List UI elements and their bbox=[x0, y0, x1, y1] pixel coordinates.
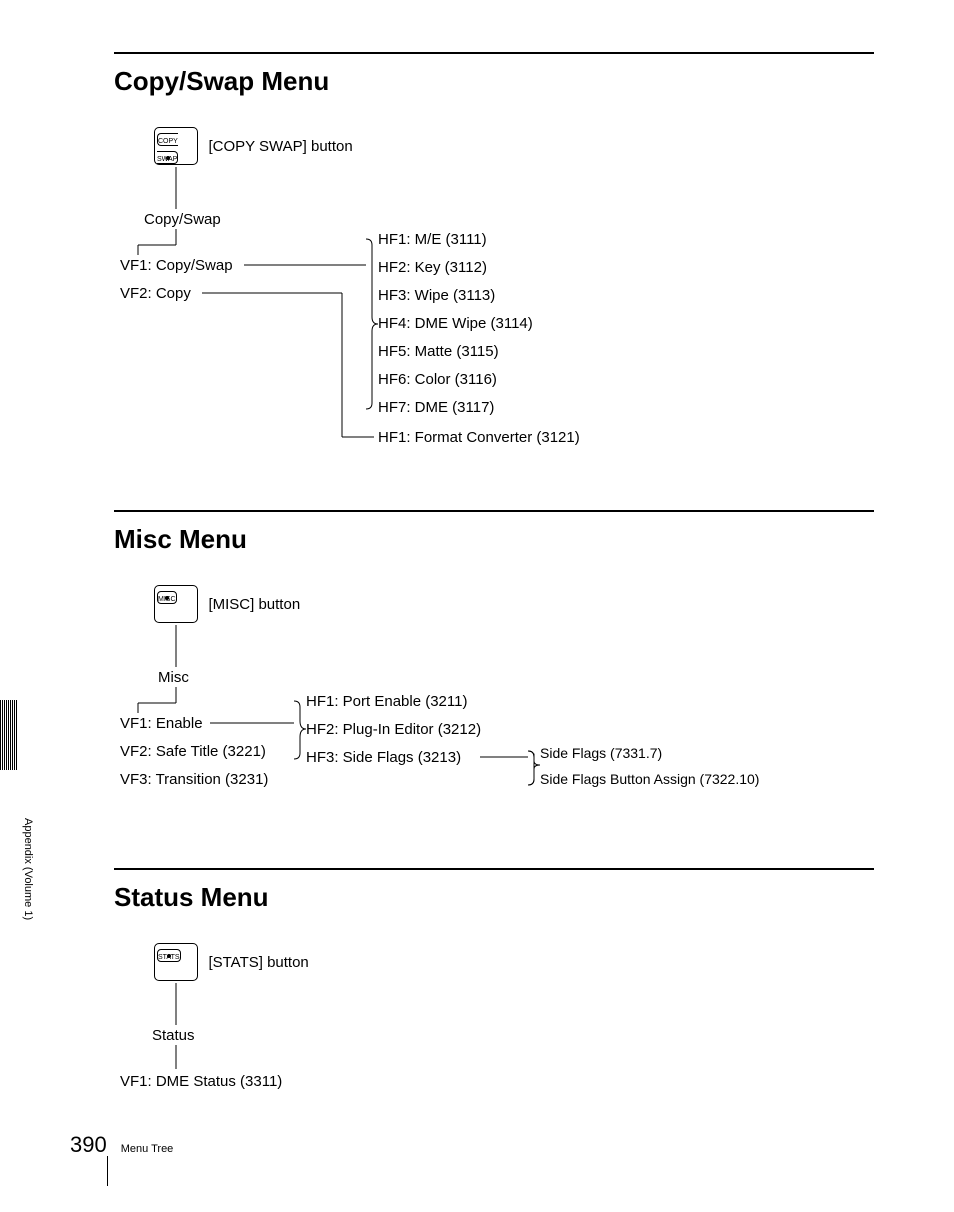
side-lines bbox=[0, 700, 18, 770]
tree-lines-copyswap bbox=[114, 127, 874, 467]
section-title-misc: Misc Menu bbox=[114, 524, 874, 555]
section-copyswap: Copy/Swap Menu COPY SWAP [COPY SWAP] but… bbox=[114, 52, 874, 472]
page-number: 390 bbox=[70, 1132, 107, 1158]
section-title-copyswap: Copy/Swap Menu bbox=[114, 66, 874, 97]
side-text: Appendix (Volume 1) bbox=[22, 818, 34, 920]
side-tab-marker: Appendix (Volume 1) bbox=[0, 700, 48, 900]
section-status: Status Menu STATS [STATS] button Status … bbox=[114, 868, 874, 1088]
tree-lines-misc bbox=[114, 585, 874, 825]
tree-lines-status bbox=[114, 943, 414, 1103]
section-misc: Misc Menu MISC [MISC] button Misc VF1: E… bbox=[114, 510, 874, 830]
section-title-status: Status Menu bbox=[114, 882, 874, 913]
footer-label: Menu Tree bbox=[121, 1143, 174, 1155]
page-footer: 390 Menu Tree bbox=[70, 1132, 173, 1172]
